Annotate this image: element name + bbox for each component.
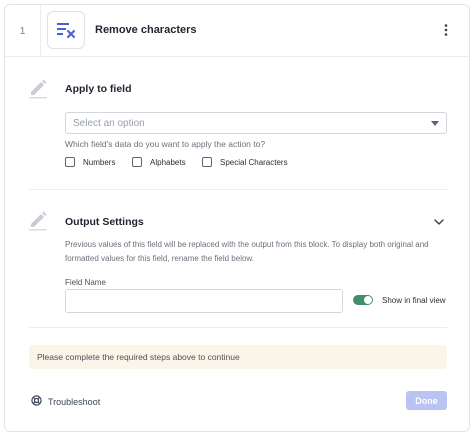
caret-down-icon [431, 121, 439, 126]
output-description: Previous values of this field will be re… [65, 240, 429, 263]
kebab-menu-icon[interactable] [437, 20, 455, 40]
pencil-icon [27, 209, 49, 231]
checkbox-label: Numbers [83, 157, 116, 167]
checkbox-box[interactable] [65, 157, 75, 167]
pencil-icon [27, 77, 49, 99]
checkbox-alphabets[interactable]: Alphabets [132, 157, 186, 167]
output-section-title: Output Settings [65, 216, 144, 228]
field-select-placeholder: Select an option [73, 118, 145, 129]
field-name-label: Field Name [65, 278, 106, 287]
apply-section-title: Apply to field [65, 83, 132, 95]
field-name-input[interactable] [65, 289, 343, 313]
checkbox-label: Alphabets [150, 157, 186, 167]
toggle-knob [364, 296, 372, 304]
checkbox-numbers[interactable]: Numbers [65, 157, 115, 167]
field-select-helper: Which field's data do you want to apply … [65, 139, 266, 149]
notice-text: Please complete the required steps above… [37, 352, 240, 362]
checkbox-box[interactable] [202, 157, 212, 167]
checkbox-label: Special Characters [220, 157, 288, 167]
troubleshoot-label: Troubleshoot [48, 397, 101, 407]
section-divider [29, 327, 447, 328]
troubleshoot-link[interactable]: Troubleshoot [31, 393, 100, 411]
block-header: 1 Remove characters [5, 5, 469, 57]
toggle-label: Show in final view [382, 296, 446, 305]
section-divider [29, 189, 447, 190]
remove-characters-icon [47, 11, 85, 49]
checkbox-box[interactable] [132, 157, 142, 167]
show-in-final-view-toggle[interactable] [353, 295, 373, 305]
required-steps-notice: Please complete the required steps above… [29, 345, 447, 369]
checkbox-special-characters[interactable]: Special Characters [202, 157, 288, 167]
block-card: 1 Remove characters Apply to field Selec… [4, 4, 470, 432]
done-button[interactable]: Done [406, 391, 447, 410]
step-number: 1 [5, 5, 41, 57]
lifebuoy-icon [31, 393, 42, 411]
field-select[interactable]: Select an option [65, 112, 447, 134]
block-title: Remove characters [95, 24, 197, 36]
chevron-down-icon[interactable] [433, 215, 445, 227]
